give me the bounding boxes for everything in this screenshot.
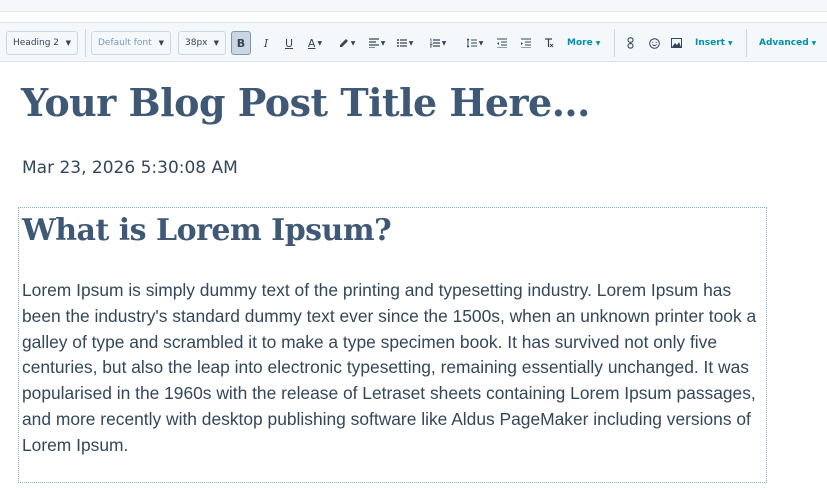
highlight-pen-icon: [339, 39, 348, 47]
emoji-button[interactable]: [647, 31, 661, 55]
bulleted-list-button[interactable]: ▼: [394, 31, 416, 55]
chevron-down-icon: ▼: [65, 39, 71, 47]
publish-date: Mar 23, 2026 5:30:08 AM: [22, 158, 238, 178]
insert-menu[interactable]: Insert ▼: [695, 31, 737, 55]
font-size-dropdown[interactable]: 38px ▼: [178, 31, 226, 55]
more-menu-label: More: [567, 38, 593, 48]
chevron-down-icon: ▼: [213, 39, 219, 47]
font-size-value: 38px: [185, 38, 208, 48]
toolbar-divider: [746, 29, 747, 57]
advanced-menu[interactable]: Advanced ▼: [759, 31, 819, 55]
underline-button[interactable]: U: [281, 31, 297, 55]
content-module[interactable]: What is Lorem Ipsum? Lorem Ipsum is simp…: [18, 207, 767, 483]
chevron-down-icon: ▼: [727, 39, 733, 47]
chevron-down-icon: ▼: [478, 39, 484, 47]
more-menu[interactable]: More ▼: [567, 31, 607, 55]
chevron-down-icon: ▼: [350, 39, 356, 47]
toolbar-divider: [85, 29, 86, 57]
align-left-icon: [368, 38, 379, 48]
editor-toolbar: Heading 2 ▼ Default font ▼ 38px ▼ B I U …: [0, 22, 827, 62]
italic-button[interactable]: I: [258, 31, 274, 55]
numbered-list-icon: [429, 38, 440, 48]
underline-icon: U: [284, 36, 294, 50]
image-button[interactable]: [669, 31, 683, 55]
top-strip: [0, 0, 827, 12]
italic-icon: I: [263, 36, 269, 50]
link-icon: [627, 37, 634, 49]
chevron-down-icon: ▼: [380, 39, 386, 47]
image-icon: [670, 38, 682, 48]
indent-icon: [521, 38, 531, 48]
insert-menu-label: Insert: [695, 38, 725, 48]
text-color-icon: A: [307, 36, 316, 50]
font-family-dropdown[interactable]: Default font ▼: [91, 31, 171, 55]
block-style-value: Heading 2: [13, 38, 60, 48]
bulleted-list-icon: [396, 39, 407, 47]
chevron-down-icon: ▼: [408, 39, 414, 47]
chevron-down-icon: ▼: [317, 39, 323, 47]
chevron-down-icon: ▼: [811, 39, 817, 47]
advanced-menu-label: Advanced: [759, 38, 809, 48]
chevron-down-icon: ▼: [441, 39, 447, 47]
align-button[interactable]: ▼: [366, 31, 388, 55]
line-height-icon: [466, 38, 477, 48]
block-style-dropdown[interactable]: Heading 2 ▼: [6, 31, 78, 55]
bold-icon: B: [236, 36, 246, 50]
text-color-button[interactable]: A ▼: [303, 31, 327, 55]
content-heading[interactable]: What is Lorem Ipsum?: [22, 212, 392, 250]
outdent-icon: [497, 38, 507, 48]
outdent-button[interactable]: [494, 31, 510, 55]
content-paragraph[interactable]: Lorem Ipsum is simply dummy text of the …: [22, 278, 770, 459]
bold-button[interactable]: B: [231, 31, 251, 55]
chevron-down-icon: ▼: [595, 39, 601, 47]
font-family-value: Default font: [98, 38, 152, 48]
chevron-down-icon: ▼: [158, 39, 164, 47]
clear-formatting-icon: [545, 38, 554, 48]
indent-button[interactable]: [518, 31, 534, 55]
link-button[interactable]: [624, 31, 638, 55]
post-title[interactable]: Your Blog Post Title Here...: [21, 78, 590, 128]
clear-formatting-button[interactable]: [541, 31, 557, 55]
highlight-button[interactable]: ▼: [336, 31, 358, 55]
toolbar-divider: [614, 29, 615, 57]
emoji-icon: [648, 37, 660, 49]
line-height-button[interactable]: ▼: [464, 31, 486, 55]
numbered-list-button[interactable]: ▼: [427, 31, 449, 55]
